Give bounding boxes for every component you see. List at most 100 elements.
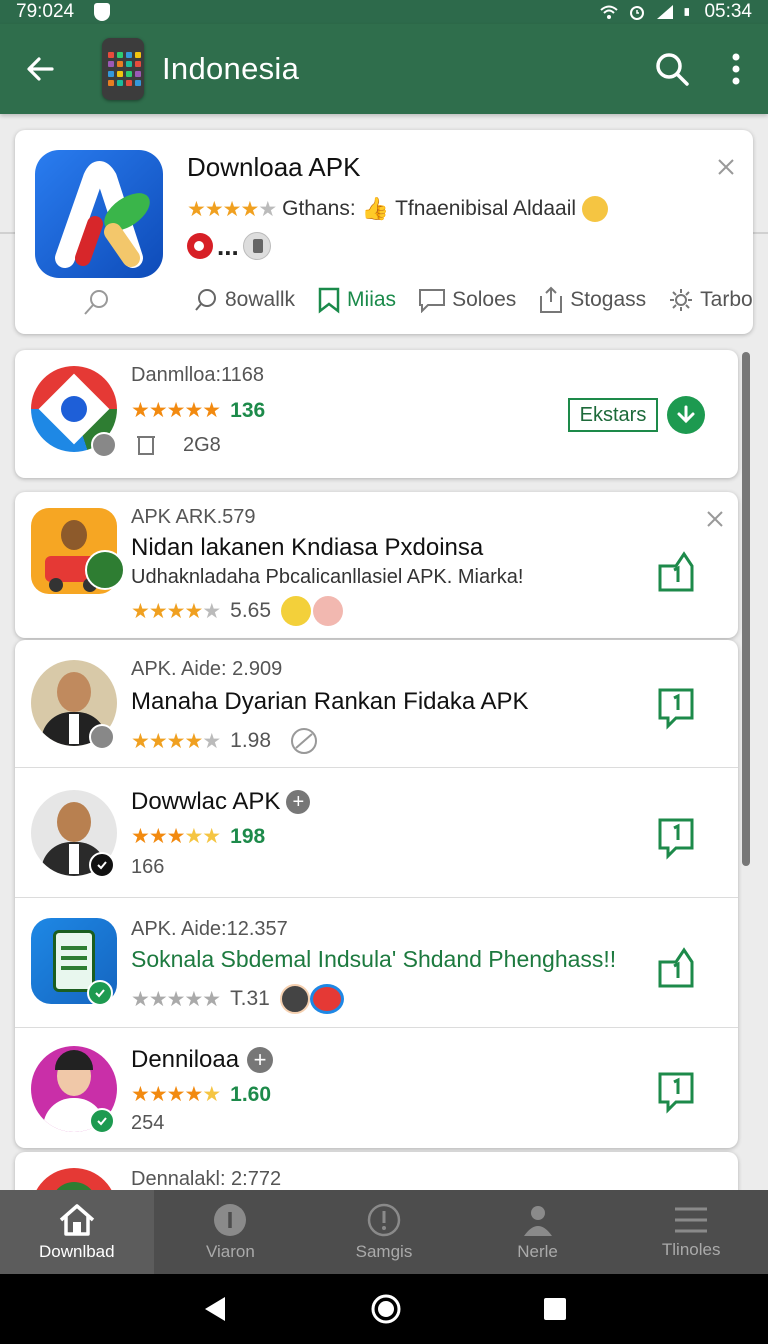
list-item[interactable]: Denniloaa + ★★★★★ 1.60 254 xyxy=(15,1030,738,1148)
nav-home-icon[interactable] xyxy=(371,1294,401,1324)
info-icon xyxy=(214,1204,247,1236)
app-title: Nidan lakanen Kndiasa Pxdoinsa xyxy=(131,534,484,561)
app-meta: APK. Aide: 2.909 xyxy=(131,658,283,680)
lock-icon xyxy=(242,232,271,260)
list-item[interactable]: Dowwlac APK + ★★★★★ 198 166 xyxy=(15,770,738,898)
more-vert-icon xyxy=(732,53,740,85)
star-rating: ★★★★★ xyxy=(187,197,277,221)
person-icon xyxy=(523,1206,552,1236)
nav-profile[interactable]: Nerle xyxy=(461,1190,615,1274)
file-size: 2G8 xyxy=(183,434,221,456)
nav-label: Downlbad xyxy=(38,1242,115,1261)
extract-button[interactable]: Ekstars xyxy=(568,398,658,432)
star-rating: ★★★★★ xyxy=(131,399,221,422)
list-item[interactable]: APK ARK.579 Nidan lakanen Kndiasa Pxdoin… xyxy=(15,492,738,638)
back-button[interactable] xyxy=(0,24,80,114)
featured-action-search[interactable]: 8owallk xyxy=(193,287,295,313)
rating-row: ★★★★★ 1.60 xyxy=(131,1082,271,1107)
overflow-menu-button[interactable] xyxy=(704,24,768,114)
check-badge-icon xyxy=(87,980,113,1006)
scrollbar-thumb[interactable] xyxy=(742,352,750,866)
emoji-icon xyxy=(309,984,344,1014)
star-rating: ★★★★★ xyxy=(131,987,221,1011)
avatar-small-icon xyxy=(279,984,310,1014)
close-icon[interactable] xyxy=(715,156,737,178)
featured-action-bookmark[interactable]: Miias xyxy=(317,286,396,314)
rating-row: ★★★★★ 136 xyxy=(131,398,265,423)
download-button[interactable] xyxy=(667,396,705,434)
page-title: Indonesia xyxy=(162,51,300,86)
smiley-icon xyxy=(582,196,609,222)
home-icon xyxy=(59,1204,94,1236)
featured-action-share[interactable]: Stogass xyxy=(538,286,646,314)
featured-action-settings[interactable]: Tarbo xyxy=(668,287,753,313)
search-button[interactable] xyxy=(640,24,704,114)
featured-action-label: Tarbo xyxy=(700,288,753,311)
app-bar: Indonesia xyxy=(0,24,768,114)
share-icon[interactable] xyxy=(654,814,698,862)
app-meta: Dennalakl: 2:772 xyxy=(131,1168,282,1190)
search-icon xyxy=(195,289,216,311)
bookmark-icon xyxy=(318,287,340,314)
app-meta: APK ARK.579 xyxy=(131,506,256,528)
alert-icon xyxy=(367,1203,401,1237)
status-badge-icon xyxy=(85,550,125,590)
share-icon[interactable] xyxy=(654,548,698,596)
rating-score: T.31 xyxy=(230,987,270,1010)
rating-score: 1.98 xyxy=(230,729,272,752)
nav-recents-icon[interactable] xyxy=(543,1297,567,1321)
rating-row: ★★★★★ 1.98 xyxy=(131,726,319,756)
featured-badges: ... xyxy=(187,232,271,260)
featured-rating: ★★★★★ Gthans: 👍 Tfnaenibisal Aldaail xyxy=(187,196,609,222)
app-title: Dowwlac APK + xyxy=(131,788,311,816)
rating-row: ★★★★★ T.31 xyxy=(131,984,344,1014)
app-title-text: Dowwlac APK xyxy=(131,788,281,815)
gear-icon xyxy=(670,289,693,311)
featured-card[interactable]: Downloaa APK ★★★★★ Gthans: 👍 Tfnaenibisa… xyxy=(15,130,753,334)
share-icon[interactable] xyxy=(654,944,698,992)
alarm-icon xyxy=(630,6,645,20)
menu-icon xyxy=(675,1207,708,1233)
rating-row: ★★★★★ 198 xyxy=(131,824,265,849)
app-extra: 254 xyxy=(131,1112,165,1134)
add-circle-icon[interactable]: + xyxy=(286,790,311,814)
arrow-left-icon xyxy=(27,57,54,81)
featured-action-label: Soloes xyxy=(452,288,517,311)
star-rating: ★★★★★ xyxy=(131,599,221,623)
trash-icon[interactable] xyxy=(135,434,157,456)
ellipsis: ... xyxy=(217,231,239,261)
status-time-right: 05:34 xyxy=(704,1,752,22)
nav-download[interactable]: Downlbad xyxy=(0,1190,154,1274)
add-circle-icon[interactable]: + xyxy=(247,1047,274,1073)
rating-extra: Tfnaenibisal Aldaail xyxy=(395,197,577,220)
verified-badge-icon xyxy=(89,724,115,750)
record-icon xyxy=(187,233,213,259)
app-list: APK. Aide: 2.909 Manaha Dyarian Rankan F… xyxy=(15,640,738,1148)
featured-app-icon xyxy=(35,150,163,278)
featured-action-label: Stogass xyxy=(570,288,647,311)
list-item[interactable]: APK. Aide:12.357 Soknala Sbdemal Indsula… xyxy=(15,900,738,1028)
featured-action-label: 8owallk xyxy=(225,288,296,311)
featured-title: Downloaa APK xyxy=(187,152,361,182)
link-off-icon xyxy=(291,728,318,754)
download-item[interactable]: Danmlloa:1168 ★★★★★ 136 2G8 Ekstars xyxy=(15,350,738,478)
bottom-nav: Downlbad Viaron Samgis Nerle Tlinoles xyxy=(0,1190,768,1274)
nav-version[interactable]: Viaron xyxy=(154,1190,308,1274)
wifi-icon xyxy=(600,5,619,19)
featured-action-label: Miias xyxy=(347,288,397,311)
share-icon[interactable] xyxy=(654,1068,698,1116)
featured-actions: 8owallk Miias Soloes Stogass Tarbo xyxy=(193,280,753,320)
nav-back-icon[interactable] xyxy=(201,1295,229,1323)
download-meta: Danmlloa:1168 xyxy=(131,364,265,386)
share-icon[interactable] xyxy=(654,684,698,732)
nav-settings[interactable]: Samgis xyxy=(307,1190,461,1274)
nav-label: Nerle xyxy=(517,1242,558,1261)
list-item[interactable]: APK. Aide: 2.909 Manaha Dyarian Rankan F… xyxy=(15,640,738,768)
nav-label: Tlinoles xyxy=(661,1240,721,1259)
app-extra: 166 xyxy=(131,856,165,878)
rating-score: 136 xyxy=(230,398,266,422)
featured-action-chat[interactable]: Soloes xyxy=(418,287,516,313)
close-icon[interactable] xyxy=(706,510,724,528)
key-icon xyxy=(84,290,108,315)
nav-menu[interactable]: Tlinoles xyxy=(614,1190,768,1274)
